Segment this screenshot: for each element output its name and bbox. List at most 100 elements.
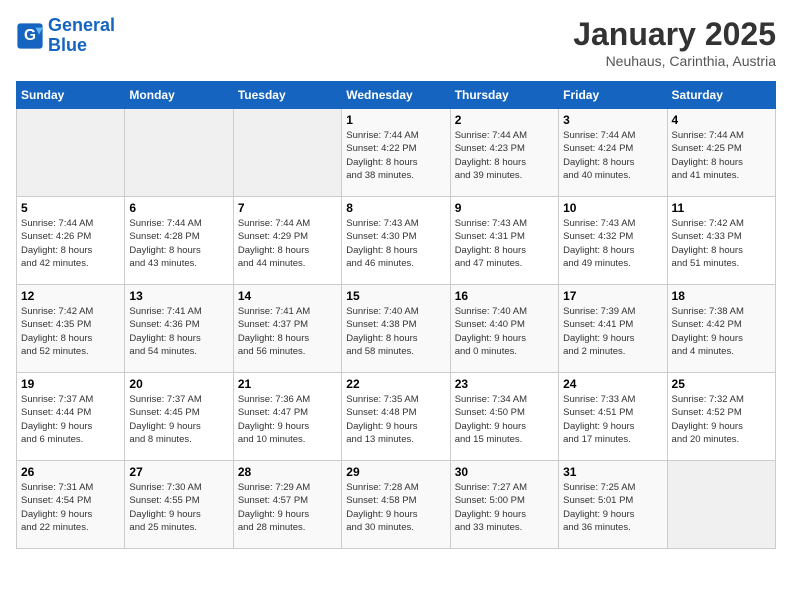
day-info: Sunrise: 7:44 AM Sunset: 4:25 PM Dayligh… [672,129,771,182]
calendar-table: SundayMondayTuesdayWednesdayThursdayFrid… [16,81,776,549]
calendar-day-2: 2 Sunrise: 7:44 AM Sunset: 4:23 PM Daylig… [450,109,558,197]
calendar-week-4: 19 Sunrise: 7:37 AM Sunset: 4:44 PM Dayli… [17,373,776,461]
day-header-wednesday: Wednesday [342,82,450,109]
day-number: 30 [455,465,554,479]
day-header-saturday: Saturday [667,82,775,109]
day-info: Sunrise: 7:40 AM Sunset: 4:40 PM Dayligh… [455,305,554,358]
day-number: 23 [455,377,554,391]
day-info: Sunrise: 7:41 AM Sunset: 4:37 PM Dayligh… [238,305,337,358]
empty-cell [17,109,125,197]
day-info: Sunrise: 7:44 AM Sunset: 4:23 PM Dayligh… [455,129,554,182]
day-number: 29 [346,465,445,479]
empty-cell [667,461,775,549]
day-info: Sunrise: 7:44 AM Sunset: 4:26 PM Dayligh… [21,217,120,270]
calendar-day-7: 7Sunrise: 7:44 AM Sunset: 4:29 PM Daylig… [233,197,341,285]
day-info: Sunrise: 7:44 AM Sunset: 4:28 PM Dayligh… [129,217,228,270]
day-info: Sunrise: 7:41 AM Sunset: 4:36 PM Dayligh… [129,305,228,358]
day-number: 3 [563,113,662,127]
calendar-day-9: 9Sunrise: 7:43 AM Sunset: 4:31 PM Daylig… [450,197,558,285]
calendar-day-23: 23 Sunrise: 7:34 AM Sunset: 4:50 PM Dayli… [450,373,558,461]
calendar-week-1: 1 Sunrise: 7:44 AM Sunset: 4:22 PM Daylig… [17,109,776,197]
calendar-day-10: 10 Sunrise: 7:43 AM Sunset: 4:32 PM Dayli… [559,197,667,285]
title-block: January 2025 Neuhaus, Carinthia, Austria [573,16,776,69]
day-header-friday: Friday [559,82,667,109]
location: Neuhaus, Carinthia, Austria [573,53,776,69]
day-info: Sunrise: 7:32 AM Sunset: 4:52 PM Dayligh… [672,393,771,446]
day-info: Sunrise: 7:44 AM Sunset: 4:24 PM Dayligh… [563,129,662,182]
calendar-body: 1 Sunrise: 7:44 AM Sunset: 4:22 PM Daylig… [17,109,776,549]
calendar-day-6: 6 Sunrise: 7:44 AM Sunset: 4:28 PM Daylig… [125,197,233,285]
day-number: 2 [455,113,554,127]
day-number: 7 [238,201,337,215]
day-info: Sunrise: 7:27 AM Sunset: 5:00 PM Dayligh… [455,481,554,534]
day-number: 28 [238,465,337,479]
day-info: Sunrise: 7:31 AM Sunset: 4:54 PM Dayligh… [21,481,120,534]
calendar-week-3: 12Sunrise: 7:42 AM Sunset: 4:35 PM Dayli… [17,285,776,373]
day-info: Sunrise: 7:34 AM Sunset: 4:50 PM Dayligh… [455,393,554,446]
month-title: January 2025 [573,16,776,53]
day-info: Sunrise: 7:43 AM Sunset: 4:32 PM Dayligh… [563,217,662,270]
day-info: Sunrise: 7:38 AM Sunset: 4:42 PM Dayligh… [672,305,771,358]
day-info: Sunrise: 7:33 AM Sunset: 4:51 PM Dayligh… [563,393,662,446]
calendar-day-31: 31Sunrise: 7:25 AM Sunset: 5:01 PM Dayli… [559,461,667,549]
calendar-day-15: 15Sunrise: 7:40 AM Sunset: 4:38 PM Dayli… [342,285,450,373]
calendar-day-20: 20 Sunrise: 7:37 AM Sunset: 4:45 PM Dayli… [125,373,233,461]
day-number: 4 [672,113,771,127]
calendar-day-12: 12Sunrise: 7:42 AM Sunset: 4:35 PM Dayli… [17,285,125,373]
day-number: 20 [129,377,228,391]
empty-cell [233,109,341,197]
day-header-sunday: Sunday [17,82,125,109]
calendar-week-5: 26 Sunrise: 7:31 AM Sunset: 4:54 PM Dayli… [17,461,776,549]
calendar-day-4: 4 Sunrise: 7:44 AM Sunset: 4:25 PM Daylig… [667,109,775,197]
calendar-day-18: 18Sunrise: 7:38 AM Sunset: 4:42 PM Dayli… [667,285,775,373]
day-number: 25 [672,377,771,391]
day-info: Sunrise: 7:39 AM Sunset: 4:41 PM Dayligh… [563,305,662,358]
day-number: 19 [21,377,120,391]
calendar-week-2: 5 Sunrise: 7:44 AM Sunset: 4:26 PM Daylig… [17,197,776,285]
day-info: Sunrise: 7:42 AM Sunset: 4:35 PM Dayligh… [21,305,120,358]
calendar-day-21: 21Sunrise: 7:36 AM Sunset: 4:47 PM Dayli… [233,373,341,461]
calendar-day-8: 8 Sunrise: 7:43 AM Sunset: 4:30 PM Daylig… [342,197,450,285]
day-info: Sunrise: 7:36 AM Sunset: 4:47 PM Dayligh… [238,393,337,446]
day-number: 5 [21,201,120,215]
day-number: 17 [563,289,662,303]
calendar-day-19: 19 Sunrise: 7:37 AM Sunset: 4:44 PM Dayli… [17,373,125,461]
day-number: 26 [21,465,120,479]
day-number: 14 [238,289,337,303]
calendar-day-24: 24Sunrise: 7:33 AM Sunset: 4:51 PM Dayli… [559,373,667,461]
day-header-thursday: Thursday [450,82,558,109]
day-info: Sunrise: 7:30 AM Sunset: 4:55 PM Dayligh… [129,481,228,534]
logo-icon: G [16,22,44,50]
calendar-day-25: 25 Sunrise: 7:32 AM Sunset: 4:52 PM Dayli… [667,373,775,461]
day-number: 1 [346,113,445,127]
calendar-day-14: 14 Sunrise: 7:41 AM Sunset: 4:37 PM Dayli… [233,285,341,373]
calendar-day-17: 17 Sunrise: 7:39 AM Sunset: 4:41 PM Dayli… [559,285,667,373]
day-number: 16 [455,289,554,303]
calendar-day-11: 11Sunrise: 7:42 AM Sunset: 4:33 PM Dayli… [667,197,775,285]
logo: G General Blue [16,16,115,56]
day-info: Sunrise: 7:29 AM Sunset: 4:57 PM Dayligh… [238,481,337,534]
calendar-day-16: 16 Sunrise: 7:40 AM Sunset: 4:40 PM Dayli… [450,285,558,373]
calendar-day-26: 26 Sunrise: 7:31 AM Sunset: 4:54 PM Dayli… [17,461,125,549]
day-number: 10 [563,201,662,215]
day-info: Sunrise: 7:25 AM Sunset: 5:01 PM Dayligh… [563,481,662,534]
page-header: G General Blue January 2025 Neuhaus, Car… [16,16,776,69]
calendar-day-30: 30 Sunrise: 7:27 AM Sunset: 5:00 PM Dayli… [450,461,558,549]
day-info: Sunrise: 7:37 AM Sunset: 4:45 PM Dayligh… [129,393,228,446]
svg-text:G: G [24,27,36,44]
day-info: Sunrise: 7:43 AM Sunset: 4:30 PM Dayligh… [346,217,445,270]
day-number: 13 [129,289,228,303]
day-info: Sunrise: 7:43 AM Sunset: 4:31 PM Dayligh… [455,217,554,270]
calendar-day-27: 27Sunrise: 7:30 AM Sunset: 4:55 PM Dayli… [125,461,233,549]
calendar-day-13: 13 Sunrise: 7:41 AM Sunset: 4:36 PM Dayli… [125,285,233,373]
calendar-day-29: 29 Sunrise: 7:28 AM Sunset: 4:58 PM Dayli… [342,461,450,549]
calendar-day-5: 5 Sunrise: 7:44 AM Sunset: 4:26 PM Daylig… [17,197,125,285]
day-info: Sunrise: 7:42 AM Sunset: 4:33 PM Dayligh… [672,217,771,270]
day-info: Sunrise: 7:44 AM Sunset: 4:22 PM Dayligh… [346,129,445,182]
day-number: 8 [346,201,445,215]
day-number: 22 [346,377,445,391]
day-info: Sunrise: 7:28 AM Sunset: 4:58 PM Dayligh… [346,481,445,534]
day-number: 15 [346,289,445,303]
day-info: Sunrise: 7:37 AM Sunset: 4:44 PM Dayligh… [21,393,120,446]
day-number: 6 [129,201,228,215]
